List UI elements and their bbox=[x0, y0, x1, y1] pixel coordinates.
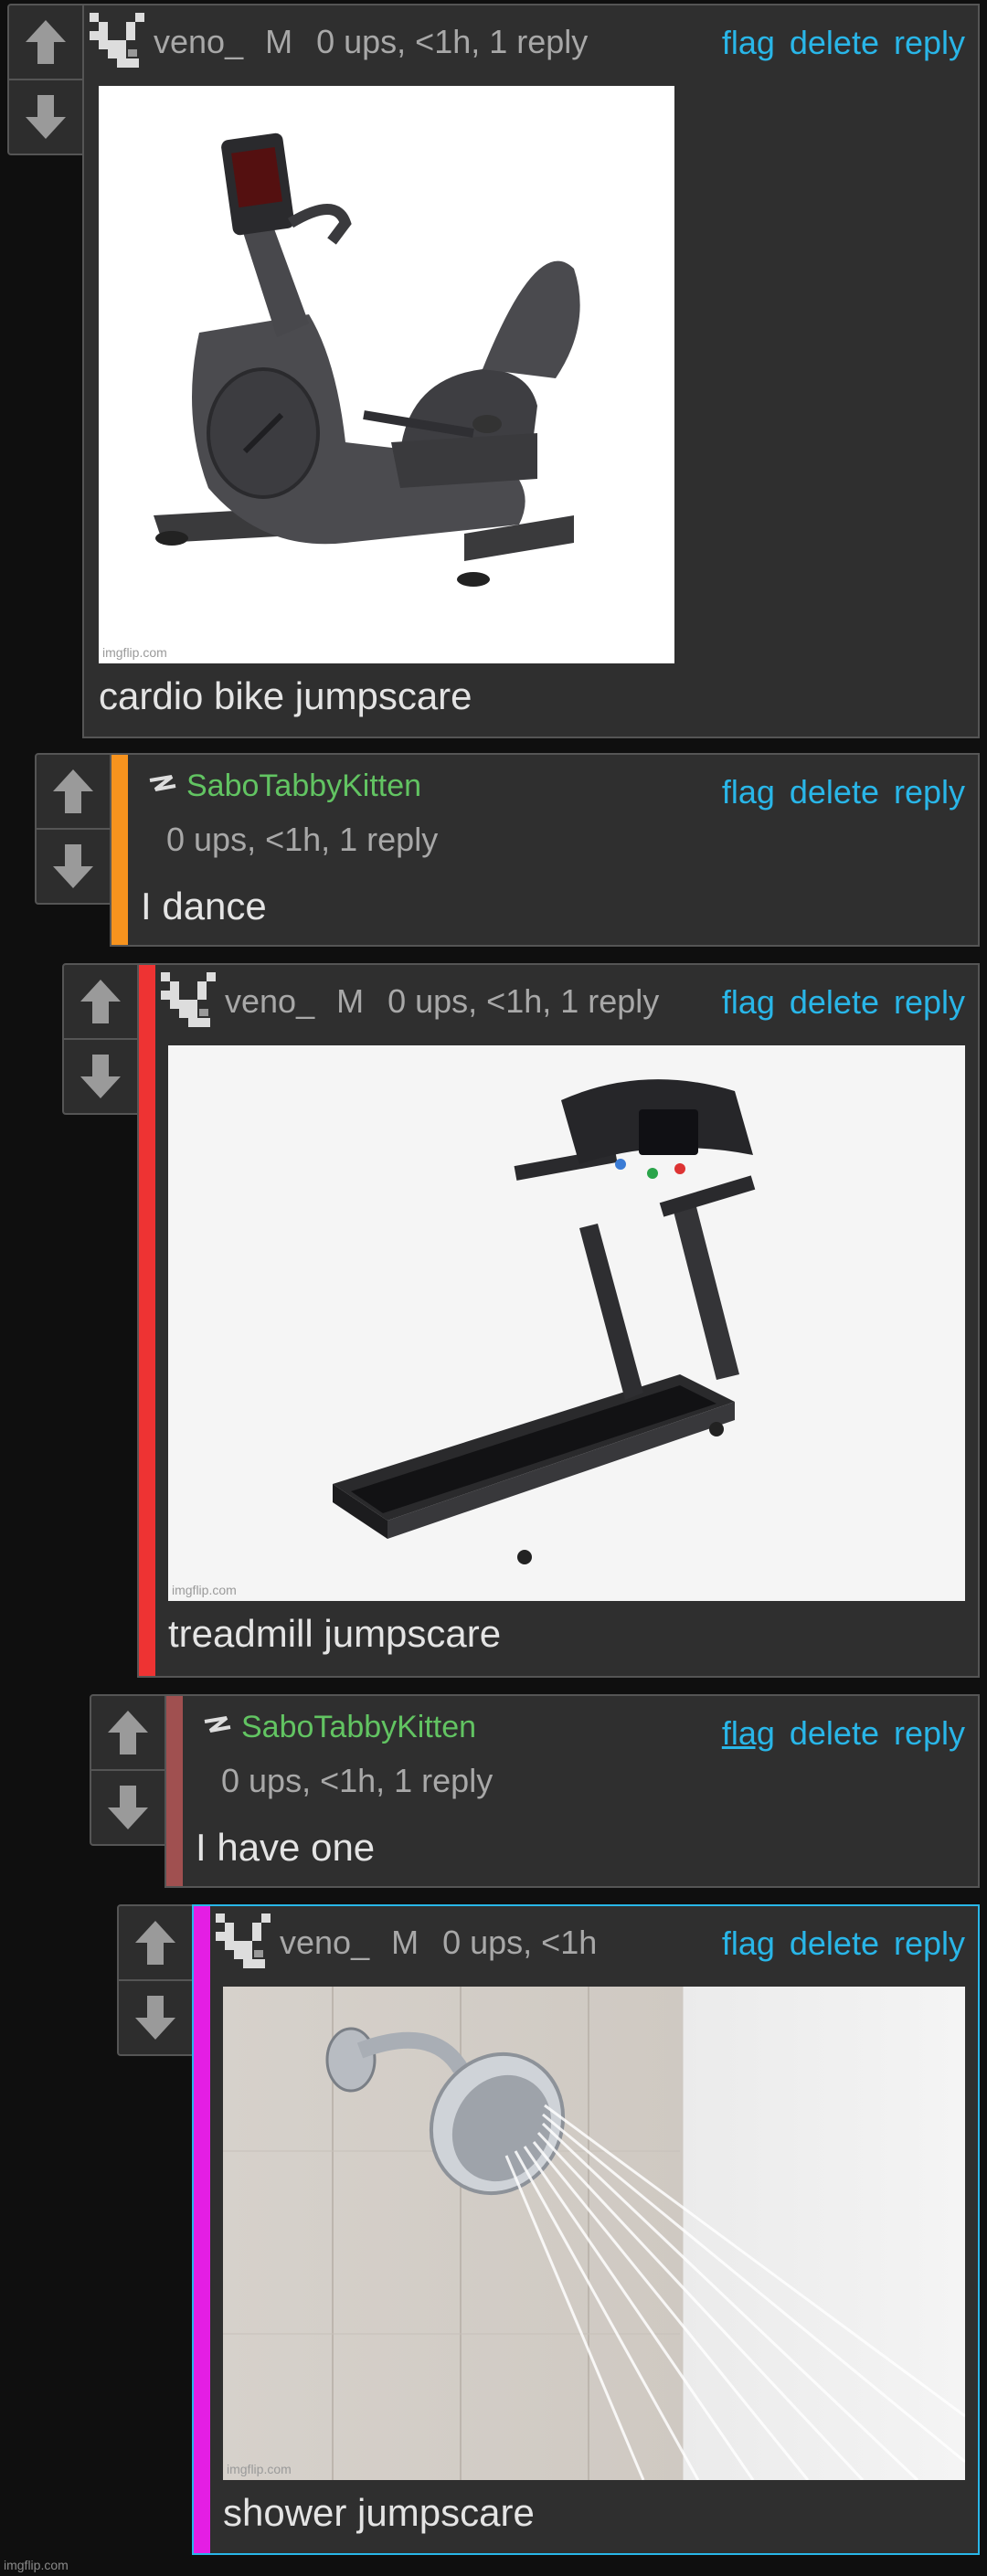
upvote-button[interactable] bbox=[91, 1696, 164, 1769]
username[interactable]: veno_ bbox=[225, 982, 314, 1021]
avatar[interactable] bbox=[144, 768, 181, 804]
delete-link[interactable]: delete bbox=[790, 773, 879, 811]
thread-bar bbox=[194, 1906, 210, 2553]
vote-box bbox=[35, 753, 111, 905]
comment-header: SaboTabbyKitten bbox=[144, 768, 421, 804]
arrow-up-icon bbox=[77, 976, 124, 1027]
comment-header: veno_ M 0 ups, <1h bbox=[216, 1913, 597, 1972]
treadmill-image bbox=[168, 1045, 965, 1601]
comment-meta: 0 ups, <1h, 1 reply bbox=[387, 982, 660, 1020]
arrow-down-icon bbox=[77, 1051, 124, 1102]
exercise-bike-image bbox=[99, 86, 674, 663]
comment-text: shower jumpscare bbox=[223, 2491, 535, 2534]
flag-link[interactable]: flag bbox=[722, 24, 775, 61]
downvote-button[interactable] bbox=[37, 828, 110, 903]
username[interactable]: SaboTabbyKitten bbox=[241, 1710, 476, 1745]
avatar[interactable] bbox=[216, 1913, 274, 1972]
arrow-up-icon bbox=[22, 16, 69, 68]
user-tag: M bbox=[265, 23, 293, 60]
comment-header: SaboTabbyKitten bbox=[199, 1709, 476, 1745]
thread-bar bbox=[111, 755, 128, 945]
username[interactable]: veno_ bbox=[154, 23, 243, 61]
comment: SaboTabbyKitten flag delete reply 0 ups, <… bbox=[110, 753, 980, 947]
arrow-down-icon bbox=[104, 1782, 152, 1833]
arrow-down-icon bbox=[22, 91, 69, 143]
user-tag: M bbox=[391, 1924, 419, 1961]
flag-link[interactable]: flag bbox=[722, 773, 775, 811]
flag-link[interactable]: flag bbox=[722, 1714, 775, 1752]
comment-meta: 0 ups, <1h bbox=[442, 1924, 598, 1961]
username[interactable]: SaboTabbyKitten bbox=[186, 769, 421, 804]
comment-text: treadmill jumpscare bbox=[168, 1612, 502, 1655]
arrow-up-icon bbox=[49, 766, 97, 817]
delete-link[interactable]: delete bbox=[790, 1714, 879, 1752]
comment-text: cardio bike jumpscare bbox=[99, 674, 472, 717]
footer-watermark: imgflip.com bbox=[4, 2558, 69, 2572]
thread-bar bbox=[139, 965, 155, 1676]
vote-box bbox=[117, 1904, 194, 2056]
comment-actions: flag delete reply bbox=[707, 1714, 965, 1753]
shower-head-image bbox=[223, 1987, 965, 2480]
comment-header: veno_ M 0 ups, <1h, 1 reply bbox=[90, 13, 588, 71]
flag-link[interactable]: flag bbox=[722, 983, 775, 1021]
arrow-up-icon bbox=[132, 1917, 179, 1968]
vote-box bbox=[62, 963, 139, 1115]
avatar[interactable] bbox=[90, 13, 148, 71]
upvote-button[interactable] bbox=[37, 755, 110, 828]
avatar[interactable] bbox=[161, 972, 219, 1031]
reply-link[interactable]: reply bbox=[894, 983, 965, 1021]
comment-meta: 0 ups, <1h, 1 reply bbox=[166, 821, 439, 858]
downvote-button[interactable] bbox=[9, 79, 82, 154]
reply-link[interactable]: reply bbox=[894, 773, 965, 811]
downvote-button[interactable] bbox=[64, 1038, 137, 1113]
comment-actions: flag delete reply bbox=[707, 983, 965, 1022]
reply-link[interactable]: reply bbox=[894, 24, 965, 61]
vote-box bbox=[7, 4, 84, 155]
image-watermark: imgflip.com bbox=[227, 2462, 292, 2476]
comment-actions: flag delete reply bbox=[707, 24, 965, 62]
downvote-button[interactable] bbox=[119, 1979, 192, 2054]
comment-image[interactable]: imgflip.com bbox=[168, 1045, 965, 1601]
comment-actions: flag delete reply bbox=[707, 1924, 965, 1963]
reply-link[interactable]: reply bbox=[894, 1924, 965, 1962]
delete-link[interactable]: delete bbox=[790, 1924, 879, 1962]
comment-meta: 0 ups, <1h, 1 reply bbox=[316, 23, 589, 60]
delete-link[interactable]: delete bbox=[790, 983, 879, 1021]
comment: veno_ M 0 ups, <1h, 1 reply flag delete re… bbox=[137, 963, 980, 1678]
arrow-down-icon bbox=[49, 841, 97, 892]
upvote-button[interactable] bbox=[64, 965, 137, 1038]
comment-header: veno_ M 0 ups, <1h, 1 reply bbox=[161, 972, 659, 1031]
thread-bar bbox=[166, 1696, 183, 1886]
flag-link[interactable]: flag bbox=[722, 1924, 775, 1962]
downvote-button[interactable] bbox=[91, 1769, 164, 1844]
comment: veno_ M 0 ups, <1h flag delete reply img… bbox=[192, 1904, 980, 2555]
vote-box bbox=[90, 1694, 166, 1846]
comment-text: I dance bbox=[141, 885, 267, 928]
comment-image[interactable]: imgflip.com bbox=[223, 1987, 965, 2480]
arrow-up-icon bbox=[104, 1707, 152, 1758]
image-watermark: imgflip.com bbox=[172, 1583, 237, 1597]
comment: veno_ M 0 ups, <1h, 1 reply flag delete re… bbox=[82, 4, 980, 738]
reply-link[interactable]: reply bbox=[894, 1714, 965, 1752]
comment-image[interactable]: imgflip.com bbox=[99, 86, 674, 663]
avatar[interactable] bbox=[199, 1709, 236, 1745]
arrow-down-icon bbox=[132, 1992, 179, 2043]
comment-text: I have one bbox=[196, 1826, 376, 1869]
delete-link[interactable]: delete bbox=[790, 24, 879, 61]
comment: SaboTabbyKitten flag delete reply 0 ups, <… bbox=[164, 1694, 980, 1888]
image-watermark: imgflip.com bbox=[102, 645, 167, 660]
comment-actions: flag delete reply bbox=[707, 773, 965, 811]
upvote-button[interactable] bbox=[119, 1906, 192, 1979]
upvote-button[interactable] bbox=[9, 5, 82, 79]
comment-meta: 0 ups, <1h, 1 reply bbox=[221, 1762, 494, 1799]
user-tag: M bbox=[336, 982, 365, 1020]
username[interactable]: veno_ bbox=[280, 1924, 369, 1962]
